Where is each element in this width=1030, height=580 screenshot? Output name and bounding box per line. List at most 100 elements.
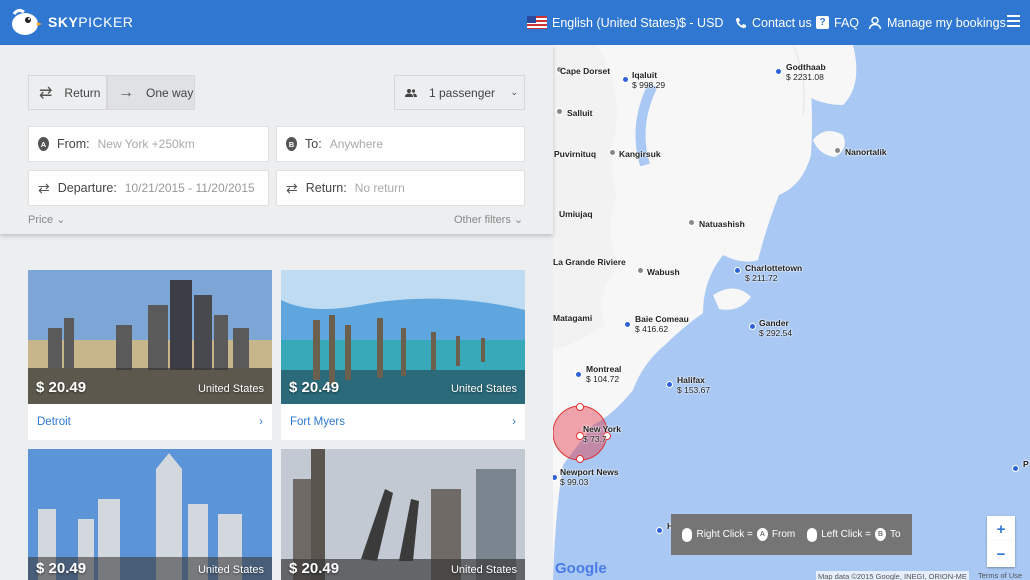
mouse-left-click-icon (807, 527, 818, 542)
map-pin[interactable] (666, 381, 673, 388)
map-city-label[interactable]: Halifax $ 153.67 (677, 375, 710, 395)
map-pin[interactable] (637, 267, 644, 274)
departure-field[interactable]: ⇄ Departure: 10/21/2015 - 11/20/2015 (28, 170, 269, 206)
map-land (553, 45, 857, 580)
map-city-label[interactable]: P (1023, 459, 1029, 469)
map-attribution: Map data ©2015 Google, INEGI, ORION-ME (816, 571, 969, 580)
destination-photo: $ 20.49 United States (28, 270, 272, 404)
other-filters[interactable]: Other filters ⌄ (454, 213, 523, 226)
map-city-label[interactable]: Salluit (567, 108, 593, 118)
to-field[interactable]: B To: Anywhere (276, 126, 525, 162)
us-flag-icon (527, 16, 547, 29)
map-pin[interactable] (734, 267, 741, 274)
return-toggle-button[interactable]: ⇄ Return (28, 75, 107, 110)
legend-right-click-text: Right Click = (696, 529, 753, 540)
map-city-label[interactable]: Matagami (553, 313, 592, 323)
result-price: $ 20.49 (36, 560, 87, 577)
mouse-right-click-icon (682, 527, 693, 542)
top-navigation-bar: SKYPICKER English (United States) $ - US… (0, 0, 1030, 45)
hamburger-menu-icon[interactable] (1007, 15, 1020, 27)
map-city-label[interactable]: Newport News $ 99.03 (560, 467, 619, 487)
legend-from-text: From (771, 529, 796, 540)
map-pin[interactable] (834, 147, 841, 154)
map-city-label[interactable]: New York $ 73.7 (583, 424, 621, 444)
map-pin[interactable] (656, 527, 663, 534)
map-pin[interactable] (624, 321, 631, 328)
destination-map[interactable]: Cape Dorset Iqaluit $ 998.29 Godthaab $ 22… (553, 45, 1030, 580)
swap-arrows-icon: ⇄ (286, 179, 298, 196)
map-city-label[interactable]: Montreal $ 104.72 (586, 364, 621, 384)
pin-b-icon: B (874, 528, 886, 541)
map-city-label[interactable]: Godthaab $ 2231.08 (786, 62, 826, 82)
from-field[interactable]: A From: New York +250km (28, 126, 269, 162)
faq-icon: ? (816, 16, 829, 29)
faq-link[interactable]: ? FAQ (816, 0, 859, 45)
return-field[interactable]: ⇄ Return: No return (276, 170, 525, 206)
return-label: Return: (305, 181, 347, 195)
contact-label: Contact us (752, 15, 812, 30)
result-card-fort-myers[interactable]: $ 20.49 United States Fort Myers › (281, 270, 525, 440)
result-price: $ 20.49 (289, 560, 340, 577)
map-city-label[interactable]: Charlottetown $ 211.72 (745, 263, 802, 283)
map-pin[interactable] (575, 371, 582, 378)
map-pin[interactable] (1012, 465, 1019, 472)
terms-of-use-link[interactable]: Terms of Use (978, 571, 1022, 580)
zoom-in-button[interactable]: + (987, 516, 1015, 542)
map-city-label[interactable]: Umiujaq (559, 209, 593, 219)
one-way-toggle-label: One way (146, 85, 194, 100)
currency-label: $ - USD (679, 15, 724, 30)
contact-link[interactable]: Contact us (735, 0, 812, 45)
price-filter[interactable]: Price ⌄ (28, 213, 65, 226)
map-pin[interactable] (556, 108, 563, 115)
from-value: New York +250km (97, 137, 195, 151)
result-city: Detroit (37, 416, 71, 428)
map-city-label[interactable]: Gander $ 292.54 (759, 318, 792, 338)
map-city-label[interactable]: Wabush (647, 267, 680, 277)
destination-photo: $ 20.49 United States (28, 449, 272, 580)
passenger-selector[interactable]: 1 passenger ⌄ (394, 75, 525, 110)
result-card-detroit[interactable]: $ 20.49 United States Detroit › (28, 270, 272, 440)
result-city: Fort Myers (290, 416, 345, 428)
right-arrow-icon: → (118, 83, 134, 101)
map-pin[interactable] (775, 68, 782, 75)
map-click-legend: Right Click = A From Left Click = B To (671, 514, 912, 555)
result-country: United States (197, 383, 264, 395)
result-country: United States (450, 564, 517, 576)
map-city-label[interactable]: Kangirsuk (619, 149, 661, 159)
pin-a-icon: A (756, 528, 768, 541)
map-pin[interactable] (609, 149, 616, 156)
chevron-down-icon: ⌄ (56, 214, 66, 226)
bookings-label: Manage my bookings (887, 15, 1006, 30)
result-card[interactable]: $ 20.49 United States (28, 449, 272, 580)
language-selector[interactable]: English (United States) (527, 0, 680, 45)
result-city-link[interactable]: Detroit › (28, 404, 272, 440)
zoom-out-button[interactable]: − (987, 541, 1015, 567)
departure-value: 10/21/2015 - 11/20/2015 (124, 181, 255, 195)
pin-a-icon: A (38, 137, 49, 151)
brand-name: SKYPICKER (48, 14, 134, 30)
map-city-label[interactable]: Natuashish (699, 219, 745, 229)
passenger-count: 1 passenger (429, 85, 496, 100)
map-city-label[interactable]: Puvirnituq (554, 149, 596, 159)
skypicker-logo[interactable]: SKYPICKER (8, 6, 133, 38)
to-label: To: (305, 137, 322, 151)
legend-left-click-text: Left Click = (821, 529, 871, 540)
map-pin[interactable] (622, 76, 629, 83)
map-city-label[interactable]: Nanortalik (845, 147, 887, 157)
result-city-link[interactable]: Fort Myers › (281, 404, 525, 440)
pin-b-icon: B (286, 137, 297, 151)
map-pin[interactable] (688, 219, 695, 226)
map-city-label[interactable]: La Grande Riviere (553, 257, 626, 267)
search-panel: ⇄ Return → One way 1 passenger ⌄ A From:… (0, 45, 553, 234)
manage-bookings-link[interactable]: Manage my bookings (868, 0, 1006, 45)
map-city-label[interactable]: Baie Comeau $ 416.62 (635, 314, 689, 334)
map-city-label[interactable]: Iqaluit $ 998.29 (632, 70, 665, 90)
destination-photo: $ 20.49 United States (281, 270, 525, 404)
map-pin[interactable] (749, 323, 756, 330)
to-value: Anywhere (329, 137, 384, 151)
one-way-toggle-button[interactable]: → One way (107, 75, 195, 110)
result-card[interactable]: $ 20.49 United States (281, 449, 525, 580)
result-country: United States (197, 564, 264, 576)
map-city-label[interactable]: Cape Dorset (560, 66, 610, 76)
currency-selector[interactable]: $ - USD (679, 0, 723, 45)
